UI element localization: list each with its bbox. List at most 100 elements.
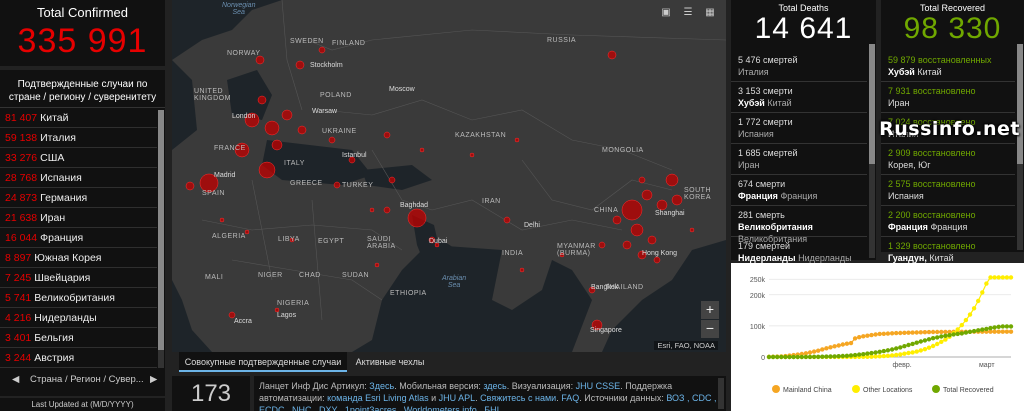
data-point[interactable] — [873, 332, 878, 337]
recovered-row[interactable]: 7 931 восстановлено Иран — [881, 82, 1015, 113]
country-row[interactable]: 81 407 Китай — [0, 108, 157, 128]
data-point[interactable] — [824, 354, 829, 359]
country-list-scrollbar[interactable] — [158, 110, 164, 368]
data-point[interactable] — [910, 350, 915, 355]
data-point[interactable] — [848, 353, 854, 358]
data-point[interactable] — [914, 340, 919, 345]
data-point[interactable] — [898, 352, 903, 357]
data-point[interactable] — [902, 344, 907, 349]
zoom-in-button[interactable]: + — [701, 301, 719, 319]
data-point[interactable] — [844, 341, 850, 346]
recovered-list[interactable]: 59 879 восстановленных Хубэй Китай 7 931 в… — [881, 51, 1024, 268]
data-point[interactable] — [894, 346, 899, 351]
data-point[interactable] — [906, 342, 911, 348]
data-point[interactable] — [992, 275, 997, 280]
legend-label[interactable]: Total Recovered — [943, 387, 994, 394]
data-point[interactable] — [816, 348, 821, 353]
data-point[interactable] — [1008, 329, 1014, 334]
data-point[interactable] — [885, 353, 891, 358]
country-row[interactable]: 33 276 США — [0, 148, 157, 168]
deaths-scroll-thumb[interactable] — [869, 44, 875, 164]
deaths-list[interactable]: 5 476 смертей Италия 3 153 смерти Хубэй Кит… — [731, 51, 876, 268]
country-row[interactable]: 59 138 Италия — [0, 128, 157, 148]
data-point[interactable] — [914, 349, 919, 354]
data-point[interactable] — [926, 329, 932, 335]
data-point[interactable] — [791, 354, 796, 360]
data-point[interactable] — [840, 342, 845, 347]
data-point[interactable] — [918, 339, 923, 344]
data-point[interactable] — [889, 331, 895, 336]
data-point[interactable] — [848, 340, 854, 346]
jhu-apl-link[interactable]: JHU APL — [439, 393, 476, 403]
legend-swatch[interactable] — [852, 385, 860, 393]
legend-label[interactable]: Other Locations — [863, 387, 913, 394]
data-point[interactable] — [996, 324, 1001, 329]
data-point[interactable] — [935, 335, 940, 340]
legend-swatch[interactable] — [932, 385, 940, 393]
data-point[interactable] — [877, 354, 882, 359]
death-row[interactable]: 5 476 смертей Италия — [731, 51, 867, 82]
data-point[interactable] — [811, 349, 817, 354]
data-point[interactable] — [898, 330, 903, 336]
data-point[interactable] — [902, 351, 907, 356]
data-point[interactable] — [930, 336, 936, 341]
info-scrollbar[interactable] — [718, 378, 724, 409]
deaths-scrollbar[interactable] — [869, 44, 875, 258]
data-point[interactable] — [976, 328, 981, 333]
data-point[interactable] — [967, 312, 973, 317]
data-point[interactable] — [939, 339, 944, 344]
country-row[interactable]: 24 873 Германия — [0, 188, 157, 208]
article-link[interactable]: Здесь — [369, 381, 394, 391]
data-point[interactable] — [857, 352, 862, 357]
data-point[interactable] — [832, 354, 837, 359]
data-point[interactable] — [943, 329, 948, 335]
data-point[interactable] — [824, 346, 829, 351]
data-point[interactable] — [783, 354, 788, 360]
data-point[interactable] — [906, 350, 911, 356]
data-point[interactable] — [869, 332, 874, 338]
data-point[interactable] — [873, 354, 878, 359]
data-point[interactable] — [795, 354, 800, 360]
data-point[interactable] — [959, 322, 964, 328]
data-point[interactable] — [836, 354, 841, 359]
country-row[interactable]: 8 897 Южная Корея — [0, 248, 157, 268]
data-point[interactable] — [906, 330, 911, 335]
death-row[interactable]: 1 685 смертей Иран — [731, 144, 867, 175]
data-point[interactable] — [852, 336, 858, 341]
country-row[interactable]: 7 245 Швейцария — [0, 268, 157, 288]
data-point[interactable] — [1000, 275, 1005, 280]
data-point[interactable] — [861, 334, 866, 339]
data-point[interactable] — [799, 354, 804, 360]
data-point[interactable] — [922, 330, 928, 335]
data-point[interactable] — [943, 337, 948, 342]
data-point[interactable] — [1000, 324, 1005, 329]
tab-active-cases[interactable]: Активные чехлы — [350, 352, 430, 372]
data-point[interactable] — [943, 333, 948, 338]
data-point[interactable] — [775, 354, 780, 360]
data-point[interactable] — [930, 343, 936, 349]
data-point[interactable] — [877, 331, 882, 337]
bookmarks-icon[interactable]: ▣ — [657, 5, 675, 21]
country-list[interactable]: 81 407 Китай 59 138 Италия 33 276 США 28 768 Ис… — [0, 108, 165, 368]
data-point[interactable] — [955, 327, 960, 332]
death-row[interactable]: 3 153 смерти Хубэй Китай — [731, 82, 867, 113]
nav-prev-icon[interactable]: ◀ — [12, 370, 19, 390]
data-point[interactable] — [992, 325, 997, 330]
nav-label[interactable]: Страна / Регион / Сувер... — [30, 370, 144, 390]
data-point[interactable] — [766, 354, 772, 360]
data-point[interactable] — [894, 352, 899, 358]
data-point[interactable] — [902, 330, 907, 335]
data-point[interactable] — [992, 329, 997, 334]
data-point[interactable] — [840, 353, 845, 359]
data-point[interactable] — [996, 275, 1001, 280]
data-point[interactable] — [926, 337, 932, 342]
data-point[interactable] — [980, 327, 985, 332]
data-point[interactable] — [984, 281, 989, 286]
legend-label[interactable]: Mainland China — [783, 387, 832, 394]
data-point[interactable] — [918, 348, 923, 353]
data-point[interactable] — [914, 330, 919, 335]
nav-next-icon[interactable]: ▶ — [150, 370, 157, 390]
data-point[interactable] — [861, 352, 866, 357]
country-row[interactable]: 16 044 Франция — [0, 228, 157, 248]
data-point[interactable] — [1000, 329, 1005, 334]
